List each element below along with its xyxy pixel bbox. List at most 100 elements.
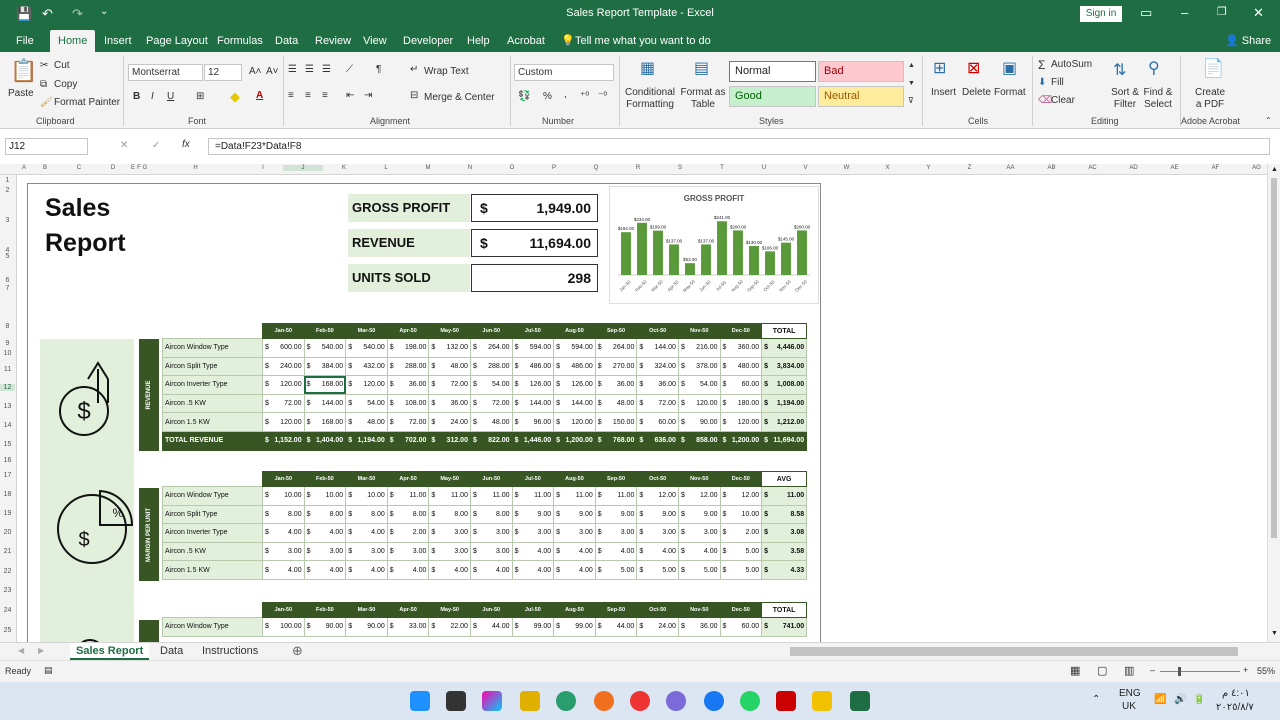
- row-total[interactable]: $741.00: [761, 617, 808, 637]
- data-cell[interactable]: $5.00: [719, 541, 763, 562]
- data-cell[interactable]: $100.00: [262, 617, 305, 637]
- data-cell[interactable]: $11.00: [594, 486, 638, 506]
- row-header[interactable]: 11: [0, 366, 15, 373]
- orientation-icon[interactable]: ⟋: [346, 64, 353, 75]
- tab-formulas[interactable]: Formulas: [217, 30, 263, 52]
- data-cell[interactable]: $90.00: [345, 617, 388, 637]
- data-cell[interactable]: $270.00: [594, 356, 638, 377]
- data-cell[interactable]: $99.00: [553, 617, 596, 637]
- language-indicator[interactable]: ENG: [1119, 688, 1141, 699]
- data-cell[interactable]: $10.00: [719, 504, 763, 525]
- clock-time[interactable]: ٤:٠١ م: [1222, 688, 1250, 699]
- kpi-units-sold-value[interactable]: 298: [471, 264, 598, 292]
- speaker-icon[interactable]: 🔊: [1174, 694, 1186, 705]
- edge-icon[interactable]: [556, 691, 576, 711]
- clock-date[interactable]: ٢٠٢٥/٨/٧: [1216, 702, 1254, 713]
- data-cell[interactable]: $8.00: [303, 504, 347, 525]
- data-cell[interactable]: $60.00: [636, 412, 679, 432]
- data-cell[interactable]: $2.00: [386, 523, 430, 543]
- cancel-formula-button[interactable]: ✕: [120, 140, 128, 151]
- row-header[interactable]: 16: [0, 457, 15, 464]
- total-cell[interactable]: $636.00: [636, 430, 679, 451]
- row-total[interactable]: $11.00: [761, 486, 808, 506]
- fill-button[interactable]: Fill: [1051, 77, 1064, 88]
- grand-total-cell[interactable]: $11,694.00: [761, 430, 808, 451]
- data-cell[interactable]: $4.00: [511, 541, 555, 562]
- comma-button[interactable]: ,: [564, 89, 567, 100]
- task-view-icon[interactable]: [446, 691, 466, 711]
- data-cell[interactable]: $72.00: [386, 412, 430, 432]
- data-cell[interactable]: $48.00: [345, 412, 388, 432]
- chart-bar[interactable]: [653, 230, 663, 275]
- paste-icon[interactable]: 📋: [10, 58, 37, 84]
- data-cell[interactable]: $144.00: [636, 338, 679, 358]
- chart-bar[interactable]: [717, 221, 727, 275]
- column-header[interactable]: AC: [1072, 165, 1113, 171]
- data-cell[interactable]: $594.00: [553, 338, 596, 358]
- chart-bar[interactable]: [733, 230, 743, 275]
- row-label[interactable]: Aircon Inverter Type: [162, 523, 263, 543]
- bold-button[interactable]: B: [133, 91, 140, 102]
- data-cell[interactable]: $120.00: [262, 412, 305, 432]
- row-label[interactable]: Aircon Window Type: [162, 338, 263, 358]
- restore-button[interactable]: ❐: [1217, 5, 1227, 18]
- row-total[interactable]: $1,212.00: [761, 412, 808, 432]
- tab-page-layout[interactable]: Page Layout: [146, 30, 208, 52]
- kpi-gross-profit-value[interactable]: $1,949.00: [471, 194, 598, 222]
- column-header[interactable]: D: [96, 165, 130, 171]
- data-cell[interactable]: $33.00: [386, 617, 430, 637]
- data-cell[interactable]: $144.00: [303, 393, 347, 414]
- total-cell[interactable]: $702.00: [386, 430, 430, 451]
- sigma-icon[interactable]: Σ: [1038, 58, 1045, 72]
- copilot-icon[interactable]: [482, 691, 502, 711]
- data-cell[interactable]: $54.00: [469, 375, 513, 395]
- column-header[interactable]: S: [659, 165, 701, 171]
- scissors-icon[interactable]: ✂: [40, 60, 48, 71]
- data-cell[interactable]: $288.00: [386, 356, 430, 377]
- data-cell[interactable]: $12.00: [677, 486, 721, 506]
- column-header[interactable]: M: [407, 165, 449, 171]
- row-header[interactable]: 19: [0, 510, 15, 517]
- tab-review[interactable]: Review: [315, 30, 351, 52]
- data-cell[interactable]: $60.00: [719, 375, 763, 395]
- align-left-icon[interactable]: ≡: [288, 90, 294, 101]
- data-cell[interactable]: $486.00: [553, 356, 596, 377]
- data-cell[interactable]: $480.00: [719, 356, 763, 377]
- column-header[interactable]: J: [283, 165, 323, 171]
- row-header[interactable]: 2: [0, 187, 15, 194]
- data-cell[interactable]: $8.00: [469, 504, 513, 525]
- data-cell[interactable]: $36.00: [428, 393, 471, 414]
- total-cell[interactable]: $768.00: [594, 430, 638, 451]
- text-direction-icon[interactable]: ¶: [376, 64, 381, 75]
- clear-button[interactable]: Clear: [1051, 95, 1075, 106]
- data-cell[interactable]: $540.00: [345, 338, 388, 358]
- close-button[interactable]: ✕: [1253, 5, 1264, 21]
- row-header[interactable]: 18: [0, 491, 15, 498]
- data-cell[interactable]: $360.00: [719, 338, 763, 358]
- row-header[interactable]: 7: [0, 285, 15, 292]
- font-color-icon[interactable]: A: [256, 90, 263, 101]
- column-header[interactable]: Y: [908, 165, 949, 171]
- data-cell[interactable]: $126.00: [511, 375, 555, 395]
- data-cell[interactable]: $10.00: [303, 486, 347, 506]
- fill-color-icon[interactable]: ◆: [230, 89, 240, 105]
- row-label[interactable]: Aircon Split Type: [162, 504, 263, 525]
- data-cell[interactable]: $72.00: [262, 393, 305, 414]
- data-cell[interactable]: $216.00: [677, 338, 721, 358]
- styles-scroll-up-icon[interactable]: ▲: [908, 62, 915, 69]
- messenger-icon[interactable]: [666, 691, 686, 711]
- data-cell[interactable]: $432.00: [345, 356, 388, 377]
- row-header[interactable]: 21: [0, 548, 15, 555]
- add-sheet-icon[interactable]: ⊕: [292, 643, 303, 660]
- horizontal-scroll-thumb[interactable]: [790, 647, 1238, 656]
- data-cell[interactable]: $120.00: [553, 412, 596, 432]
- total-cell[interactable]: $1,200.00: [719, 430, 763, 451]
- data-cell[interactable]: $11.00: [469, 486, 513, 506]
- data-cell[interactable]: $5.00: [719, 560, 763, 580]
- ribbon-display-icon[interactable]: ▭: [1140, 5, 1152, 21]
- insert-cells-icon[interactable]: ⊞: [933, 58, 946, 78]
- row-header[interactable]: 1: [0, 177, 15, 184]
- zoom-slider-thumb[interactable]: [1178, 667, 1181, 676]
- column-header[interactable]: O: [491, 165, 533, 171]
- chart-bar[interactable]: [669, 244, 679, 275]
